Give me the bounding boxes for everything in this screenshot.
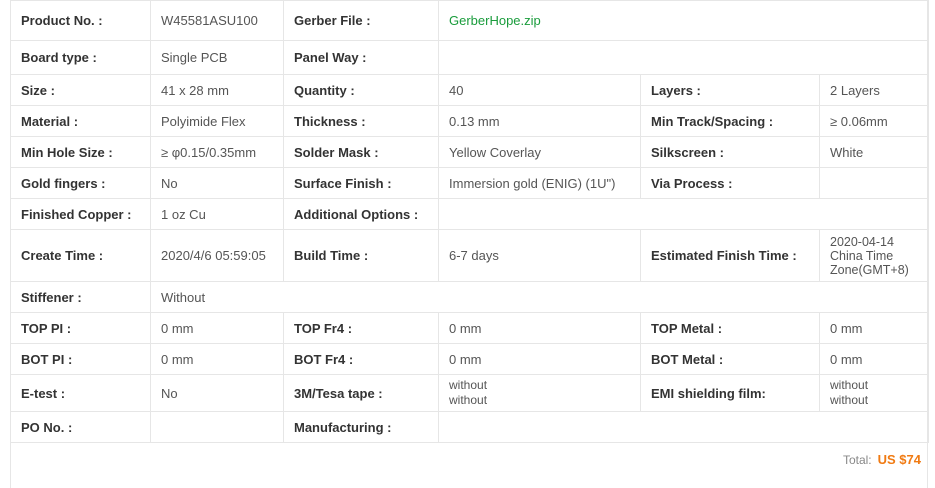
- bot-metal-label: BOT Metal :: [640, 343, 820, 375]
- min-hole-size-value: ≥ φ0.15/0.35mm: [150, 136, 284, 168]
- row-stiffener: Stiffener : Without: [10, 281, 929, 313]
- layers-value: 2 Layers: [819, 74, 929, 106]
- build-time-label: Build Time :: [283, 229, 439, 282]
- bot-metal-value: 0 mm: [819, 343, 929, 375]
- total-label: Total:: [842, 453, 872, 467]
- gold-fingers-value: No: [150, 167, 284, 199]
- top-fr4-label: TOP Fr4 :: [283, 312, 439, 344]
- bot-fr4-value: 0 mm: [438, 343, 641, 375]
- via-process-value: [819, 167, 929, 199]
- row-bot-pi: BOT PI : 0 mm BOT Fr4 : 0 mm BOT Metal :…: [10, 343, 929, 375]
- thickness-value: 0.13 mm: [438, 105, 641, 137]
- row-product-no: Product No. : W45581ASU100 Gerber File :…: [10, 0, 929, 41]
- material-value: Polyimide Flex: [150, 105, 284, 137]
- row-min-hole-size: Min Hole Size : ≥ φ0.15/0.35mm Solder Ma…: [10, 136, 929, 168]
- additional-options-label: Additional Options :: [283, 198, 439, 230]
- row-material: Material : Polyimide Flex Thickness : 0.…: [10, 105, 929, 137]
- material-label: Material :: [10, 105, 151, 137]
- create-time-label: Create Time :: [10, 229, 151, 282]
- bot-pi-value: 0 mm: [150, 343, 284, 375]
- row-gold-fingers: Gold fingers : No Surface Finish : Immer…: [10, 167, 929, 199]
- row-create-time: Create Time : 2020/4/6 05:59:05 Build Ti…: [10, 229, 929, 282]
- tesa-tape-value: without without: [438, 374, 641, 412]
- estimated-finish-timezone-line1: China Time: [830, 248, 894, 263]
- e-test-label: E-test :: [10, 374, 151, 412]
- total-amount: US $74: [877, 452, 921, 467]
- product-no-value: W45581ASU100: [150, 0, 284, 41]
- top-metal-label: TOP Metal :: [640, 312, 820, 344]
- row-top-pi: TOP PI : 0 mm TOP Fr4 : 0 mm TOP Metal :…: [10, 312, 929, 344]
- order-total: Total: US $74: [11, 443, 927, 477]
- row-finished-copper: Finished Copper : 1 oz Cu Additional Opt…: [10, 198, 929, 230]
- manufacturing-value: [438, 411, 929, 443]
- top-metal-value: 0 mm: [819, 312, 929, 344]
- top-fr4-value: 0 mm: [438, 312, 641, 344]
- po-no-value: [150, 411, 284, 443]
- quantity-value: 40: [438, 74, 641, 106]
- row-board-type: Board type : Single PCB Panel Way :: [10, 40, 929, 75]
- additional-options-value: [438, 198, 929, 230]
- order-detail-panel: Product No. : W45581ASU100 Gerber File :…: [10, 0, 929, 488]
- emi-shielding-top: without: [830, 378, 869, 392]
- bot-fr4-label: BOT Fr4 :: [283, 343, 439, 375]
- stiffener-value: Without: [150, 281, 929, 313]
- silkscreen-label: Silkscreen :: [640, 136, 820, 168]
- solder-mask-value: Yellow Coverlay: [438, 136, 641, 168]
- product-no-label: Product No. :: [10, 0, 151, 41]
- silkscreen-value: White: [819, 136, 929, 168]
- e-test-value: No: [150, 374, 284, 412]
- order-spec-table: Product No. : W45581ASU100 Gerber File :…: [10, 0, 929, 443]
- min-track-spacing-value: ≥ 0.06mm: [819, 105, 929, 137]
- via-process-label: Via Process :: [640, 167, 820, 199]
- gerber-file-link[interactable]: GerberHope.zip: [449, 13, 541, 28]
- emi-shielding-bottom: without: [830, 393, 869, 407]
- po-no-label: PO No. :: [10, 411, 151, 443]
- top-pi-label: TOP PI :: [10, 312, 151, 344]
- estimated-finish-date: 2020-04-14: [830, 234, 894, 249]
- row-size: Size : 41 x 28 mm Quantity : 40 Layers :…: [10, 74, 929, 106]
- estimated-finish-timezone-line2: Zone(GMT+8): [830, 262, 909, 277]
- manufacturing-label: Manufacturing :: [283, 411, 439, 443]
- min-hole-size-label: Min Hole Size :: [10, 136, 151, 168]
- finished-copper-label: Finished Copper :: [10, 198, 151, 230]
- board-type-value: Single PCB: [150, 40, 284, 75]
- create-time-value: 2020/4/6 05:59:05: [150, 229, 284, 282]
- thickness-label: Thickness :: [283, 105, 439, 137]
- row-e-test: E-test : No 3M/Tesa tape : without witho…: [10, 374, 929, 412]
- build-time-value: 6-7 days: [438, 229, 641, 282]
- tesa-tape-bottom: without: [449, 393, 488, 407]
- board-type-label: Board type :: [10, 40, 151, 75]
- estimated-finish-time-value: 2020-04-14 China Time Zone(GMT+8): [819, 229, 929, 282]
- top-pi-value: 0 mm: [150, 312, 284, 344]
- panel-way-label: Panel Way :: [283, 40, 439, 75]
- solder-mask-label: Solder Mask :: [283, 136, 439, 168]
- layers-label: Layers :: [640, 74, 820, 106]
- surface-finish-value: Immersion gold (ENIG) (1U"): [438, 167, 641, 199]
- panel-way-value: [438, 40, 929, 75]
- tesa-tape-top: without: [449, 378, 488, 392]
- gerber-file-cell: GerberHope.zip: [438, 0, 929, 41]
- emi-shielding-film-value: without without: [819, 374, 929, 412]
- size-label: Size :: [10, 74, 151, 106]
- emi-shielding-film-label: EMI shielding film:: [640, 374, 820, 412]
- gerber-file-label: Gerber File :: [283, 0, 439, 41]
- min-track-spacing-label: Min Track/Spacing :: [640, 105, 820, 137]
- stiffener-label: Stiffener :: [10, 281, 151, 313]
- row-po-no: PO No. : Manufacturing :: [10, 411, 929, 443]
- finished-copper-value: 1 oz Cu: [150, 198, 284, 230]
- size-value: 41 x 28 mm: [150, 74, 284, 106]
- quantity-label: Quantity :: [283, 74, 439, 106]
- tesa-tape-label: 3M/Tesa tape :: [283, 374, 439, 412]
- surface-finish-label: Surface Finish :: [283, 167, 439, 199]
- gold-fingers-label: Gold fingers :: [10, 167, 151, 199]
- estimated-finish-time-label: Estimated Finish Time :: [640, 229, 820, 282]
- bot-pi-label: BOT PI :: [10, 343, 151, 375]
